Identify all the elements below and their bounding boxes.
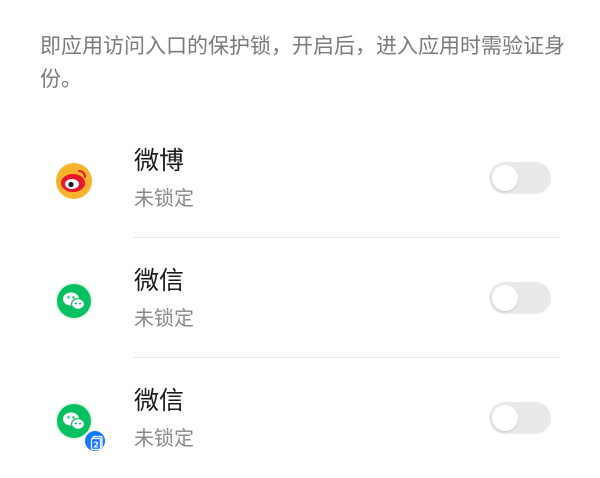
toggle-knob	[492, 405, 518, 431]
toggle-knob	[492, 165, 518, 191]
app-name: 微信	[134, 386, 185, 415]
app-lock-toggle[interactable]	[489, 282, 551, 314]
app-lock-status: 未锁定	[134, 306, 194, 330]
app-lock-row-weibo[interactable]: 微博 未锁定	[0, 118, 600, 238]
app-lock-status: 未锁定	[134, 426, 194, 450]
app-name: 微信	[134, 266, 185, 295]
app-lock-toggle[interactable]	[489, 402, 551, 434]
app-lock-row-wechat[interactable]: 微信 未锁定	[0, 238, 600, 358]
app-lock-description: 即应用访问入口的保护锁，开启后，进入应用时需验证身份。	[40, 34, 565, 91]
weibo-icon	[55, 162, 93, 200]
app-lock-row-wechat-clone[interactable]: 2 微信 未锁定	[0, 358, 600, 478]
app-clone-badge-icon: 2	[83, 429, 107, 453]
app-lock-toggle[interactable]	[489, 162, 551, 194]
clone-badge-number: 2	[93, 441, 99, 450]
app-name: 微博	[134, 146, 185, 175]
wechat-icon	[55, 282, 93, 320]
app-lock-status: 未锁定	[134, 186, 194, 210]
toggle-knob	[492, 285, 518, 311]
